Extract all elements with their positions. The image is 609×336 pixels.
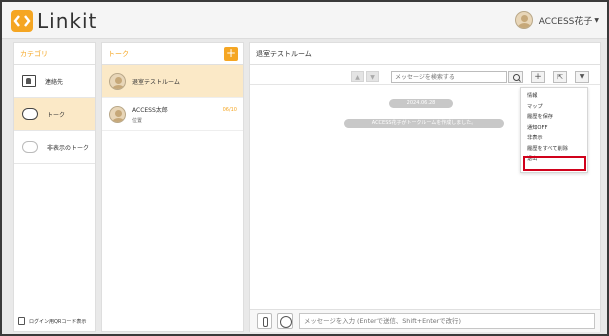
app-window: Linkit ACCESS花子 ▼ カテゴリ 連絡先 トーク 非表示のトーク ロ… [2, 2, 607, 334]
leave-highlight-box [523, 156, 586, 171]
room-toolbar: ▲ ▼ + ⇱ ▼ [250, 66, 600, 85]
category-item-hidden-talk[interactable]: 非表示のトーク [14, 131, 95, 164]
emoji-icon[interactable] [277, 313, 293, 329]
user-menu[interactable]: ACCESS花子 ▼ [514, 11, 599, 29]
message-composer [250, 309, 600, 332]
add-talk-button[interactable]: + [224, 47, 238, 61]
talk-name: 退室テストルーム [132, 78, 180, 86]
room-title: 退室テストルーム [250, 43, 600, 65]
menu-item-info[interactable]: 情報 [521, 91, 587, 102]
menu-item-map[interactable]: マップ [521, 102, 587, 113]
category-label: 連絡先 [45, 78, 64, 86]
hidden-bubble-icon [22, 141, 38, 153]
contacts-book-icon [22, 75, 36, 87]
lock-icon [18, 317, 25, 325]
search-next-button[interactable]: ▼ [366, 71, 379, 82]
message-search-input[interactable] [391, 71, 507, 83]
talk-avatar [109, 72, 126, 90]
user-avatar [514, 11, 533, 29]
room-menu-dropdown[interactable]: ▼ [575, 71, 589, 83]
menu-item-save-history[interactable]: 履歴を保存 [521, 112, 587, 123]
export-icon[interactable]: ⇱ [553, 71, 567, 83]
paperclip-icon[interactable] [257, 313, 272, 329]
talk-name: ACCESS太郎 [132, 106, 168, 114]
category-item-contacts[interactable]: 連絡先 [14, 65, 95, 98]
app-name: Linkit [37, 9, 98, 33]
message-input[interactable] [299, 313, 595, 329]
category-label: トーク [47, 111, 66, 119]
search-prev-button[interactable]: ▲ [351, 71, 364, 82]
chevron-down-icon: ▼ [594, 16, 599, 24]
category-item-talk[interactable]: トーク [14, 98, 95, 131]
menu-item-hide[interactable]: 非表示 [521, 133, 587, 144]
category-title: カテゴリ [14, 43, 95, 65]
user-name: ACCESS花子 [538, 16, 593, 27]
category-panel: カテゴリ 連絡先 トーク 非表示のトーク ログイン用QRコード表示 [13, 42, 96, 332]
talk-list-panel: トーク + 退室テストルーム ACCESS太郎 位置 06/10 [101, 42, 244, 332]
logo-icon [11, 10, 33, 32]
talk-avatar [109, 105, 126, 123]
app-logo[interactable]: Linkit [11, 9, 97, 33]
talk-list-item[interactable]: 退室テストルーム [102, 65, 243, 98]
search-icon[interactable] [508, 71, 523, 83]
top-bar: Linkit ACCESS花子 ▼ [2, 2, 607, 39]
speech-bubble-icon [22, 108, 38, 120]
qr-login-link[interactable]: ログイン用QRコード表示 [18, 317, 86, 325]
category-label: 非表示のトーク [47, 144, 90, 152]
room-panel: 退室テストルーム ▲ ▼ + ⇱ ▼ 2024.06.28 ACCESS花子がト… [249, 42, 601, 332]
menu-item-delete-history[interactable]: 履歴をすべて削除 [521, 144, 587, 155]
system-message: ACCESS花子がトークルームを作成しました。 [344, 119, 504, 128]
date-divider: 2024.06.28 [389, 99, 453, 108]
menu-item-notify-off[interactable]: 通知OFF [521, 123, 587, 134]
qr-login-label: ログイン用QRコード表示 [29, 318, 87, 325]
add-member-button[interactable]: + [531, 71, 545, 83]
talk-list-title: トーク [102, 43, 243, 65]
talk-date: 06/10 [222, 107, 237, 113]
talk-list-item[interactable]: ACCESS太郎 位置 06/10 [102, 98, 243, 131]
talk-last-message: 位置 [132, 117, 143, 124]
